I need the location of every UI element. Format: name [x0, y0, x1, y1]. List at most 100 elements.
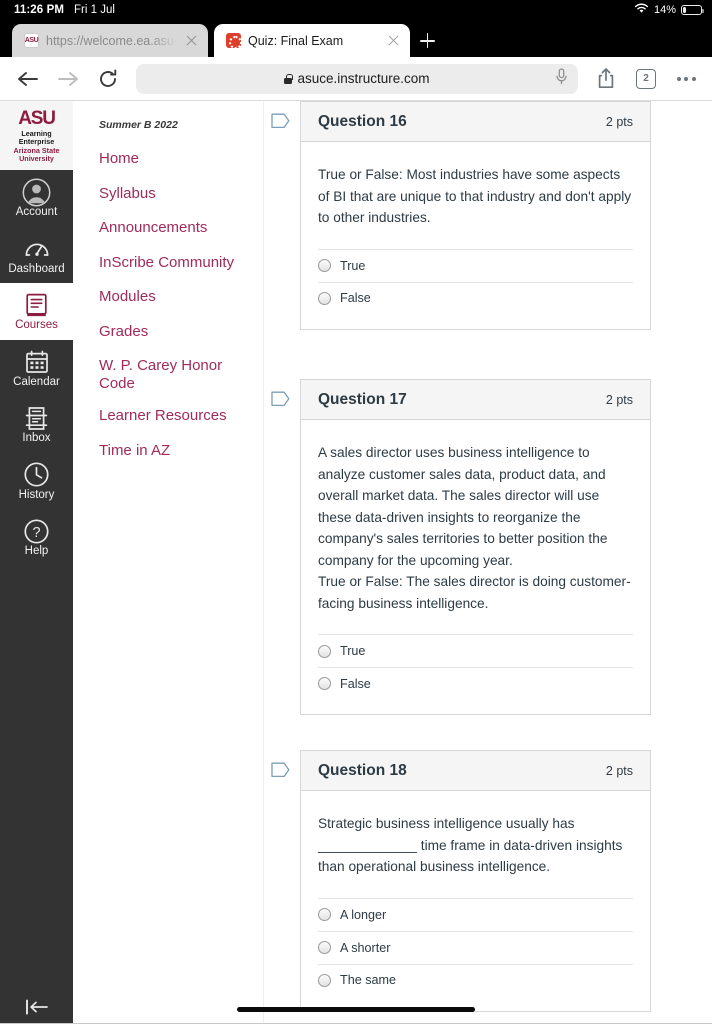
answer-option[interactable]: False [318, 667, 633, 700]
global-nav-item-account[interactable]: Account [0, 170, 73, 227]
close-icon[interactable] [386, 33, 401, 48]
answer-option[interactable]: True [318, 634, 633, 667]
close-icon[interactable] [184, 33, 199, 48]
asu-favicon: ASU [24, 33, 39, 48]
address-bar[interactable]: asuce.instructure.com [136, 63, 578, 94]
browser-tab-title: Quiz: Final Exam [248, 33, 344, 48]
answer-label: False [340, 291, 371, 305]
quiz-questions-list: Question 16 2 pts True or False: Most in… [263, 101, 712, 1024]
battery-icon [681, 4, 705, 16]
course-navigation: Summer B 2022 Home Syllabus Announcement… [73, 101, 263, 1024]
more-dots-icon[interactable] [666, 59, 706, 99]
global-nav-item-courses[interactable]: Courses [0, 283, 73, 340]
answer-label: A longer [340, 907, 387, 922]
course-nav-item-announcements[interactable]: Announcements [99, 219, 263, 237]
question-body: A sales director uses business intellige… [301, 420, 650, 714]
reload-icon[interactable] [88, 59, 128, 99]
global-nav-label: Courses [15, 319, 58, 331]
question-card: Question 16 2 pts True or False: Most in… [300, 101, 651, 330]
course-nav-item-learner-resources[interactable]: Learner Resources [99, 407, 263, 425]
answer-label: True [340, 644, 366, 658]
new-tab-button[interactable] [410, 24, 444, 57]
question-header: Question 17 2 pts [301, 380, 650, 420]
account-avatar-icon [22, 178, 51, 206]
course-term-label: Summer B 2022 [99, 119, 178, 131]
flag-bookmark-icon[interactable] [271, 391, 291, 407]
browser-tab-1[interactable]: Quiz: Final Exam [214, 24, 410, 57]
dashboard-icon [24, 236, 50, 262]
answer-option[interactable]: A longer [318, 897, 633, 931]
svg-text:?: ? [32, 525, 40, 541]
radio-button[interactable] [318, 677, 331, 690]
radio-button[interactable] [318, 908, 331, 921]
asu-logo-line1: Learning Enterprise [18, 129, 55, 147]
ios-home-indicator[interactable] [237, 1007, 475, 1012]
wifi-icon [634, 3, 649, 17]
radio-button[interactable] [318, 259, 331, 272]
flag-bookmark-icon[interactable] [271, 113, 291, 129]
inbox-icon [25, 405, 48, 431]
course-nav-item-inscribe[interactable]: InScribe Community [99, 254, 263, 272]
radio-button[interactable] [318, 973, 331, 987]
flag-bookmark-icon[interactable] [271, 762, 291, 778]
question-text: A sales director uses business intellige… [318, 445, 631, 611]
answer-option[interactable]: False [318, 281, 633, 315]
global-nav-item-calendar[interactable]: Calendar [0, 340, 73, 397]
help-question-icon: ? [24, 518, 49, 544]
canvas-global-navigation: ASU Learning Enterprise Arizona State Univ… [0, 101, 73, 1024]
forward-arrow-icon [48, 59, 88, 99]
global-nav-item-history[interactable]: History [0, 453, 73, 510]
history-clock-icon [24, 462, 49, 488]
tab-overview-button[interactable]: 2 [626, 59, 666, 99]
global-nav-label: Help [24, 545, 49, 557]
share-icon[interactable] [586, 59, 626, 99]
safari-browser-window: 11:26 PM Fri 1 Jul 14% ASU https://welco… [0, 0, 712, 1024]
answer-options: True False [318, 634, 633, 700]
answer-label: The same [340, 973, 396, 987]
course-nav-item-time-in-az[interactable]: Time in AZ [99, 442, 263, 460]
collapse-left-icon[interactable] [0, 998, 73, 1016]
question-points: 2 pts [605, 763, 633, 778]
radio-button[interactable] [318, 291, 331, 305]
global-nav-label: Calendar [13, 375, 60, 388]
answer-option[interactable]: The same [318, 963, 633, 997]
global-nav-label: Inbox [22, 432, 51, 444]
status-bar-date: Fri 1 Jul [74, 4, 115, 16]
course-nav-item-home[interactable]: Home [99, 150, 263, 168]
microphone-icon[interactable] [555, 67, 568, 90]
question-points: 2 pts [605, 114, 633, 129]
back-arrow-icon[interactable] [8, 59, 48, 99]
global-nav-item-help[interactable]: ? Help [0, 509, 73, 566]
ios-status-bar: 11:26 PM Fri 1 Jul 14% [0, 0, 712, 20]
course-nav-item-modules[interactable]: Modules [99, 288, 263, 306]
question-title: Question 18 [318, 761, 407, 779]
question-body: True or False: Most industries have some… [301, 142, 650, 329]
course-nav-item-honor-code[interactable]: W. P. Carey Honor Code [99, 357, 229, 392]
question-title: Question 17 [318, 390, 407, 408]
radio-button[interactable] [318, 941, 331, 954]
question-card: Question 18 2 pts Strategic business int… [300, 750, 651, 1012]
browser-tab-strip: ASU https://welcome.ea.asu.e Quiz: Final… [0, 20, 712, 57]
course-nav-item-grades[interactable]: Grades [99, 323, 263, 341]
answer-option[interactable]: True [318, 248, 633, 282]
answer-option[interactable]: A shorter [318, 930, 633, 964]
radio-button[interactable] [318, 644, 331, 658]
global-nav-item-dashboard[interactable]: Dashboard [0, 227, 73, 284]
address-bar-url: asuce.instructure.com [297, 71, 430, 86]
question-block: Question 16 2 pts True or False: Most in… [263, 101, 712, 341]
browser-toolbar: asuce.instructure.com 2 [0, 57, 712, 101]
canvas-page: ASU Learning Enterprise Arizona State Univ… [0, 101, 712, 1024]
calendar-icon [25, 349, 49, 375]
lock-icon [284, 73, 293, 84]
question-block: Question 18 2 pts Strategic business int… [263, 750, 712, 1012]
browser-tab-0[interactable]: ASU https://welcome.ea.asu.e [12, 24, 208, 57]
question-text: True or False: Most industries have some… [318, 167, 632, 225]
course-nav-item-syllabus[interactable]: Syllabus [99, 185, 263, 203]
global-nav-label: Dashboard [8, 262, 65, 275]
canvas-favicon [226, 33, 242, 49]
asu-learning-enterprise-logo[interactable]: ASU Learning Enterprise Arizona State Univ… [0, 101, 73, 170]
answer-options: True False [318, 248, 633, 315]
global-nav-item-inbox[interactable]: Inbox [0, 396, 73, 453]
answer-label: True [340, 258, 366, 273]
question-title: Question 16 [318, 112, 407, 130]
